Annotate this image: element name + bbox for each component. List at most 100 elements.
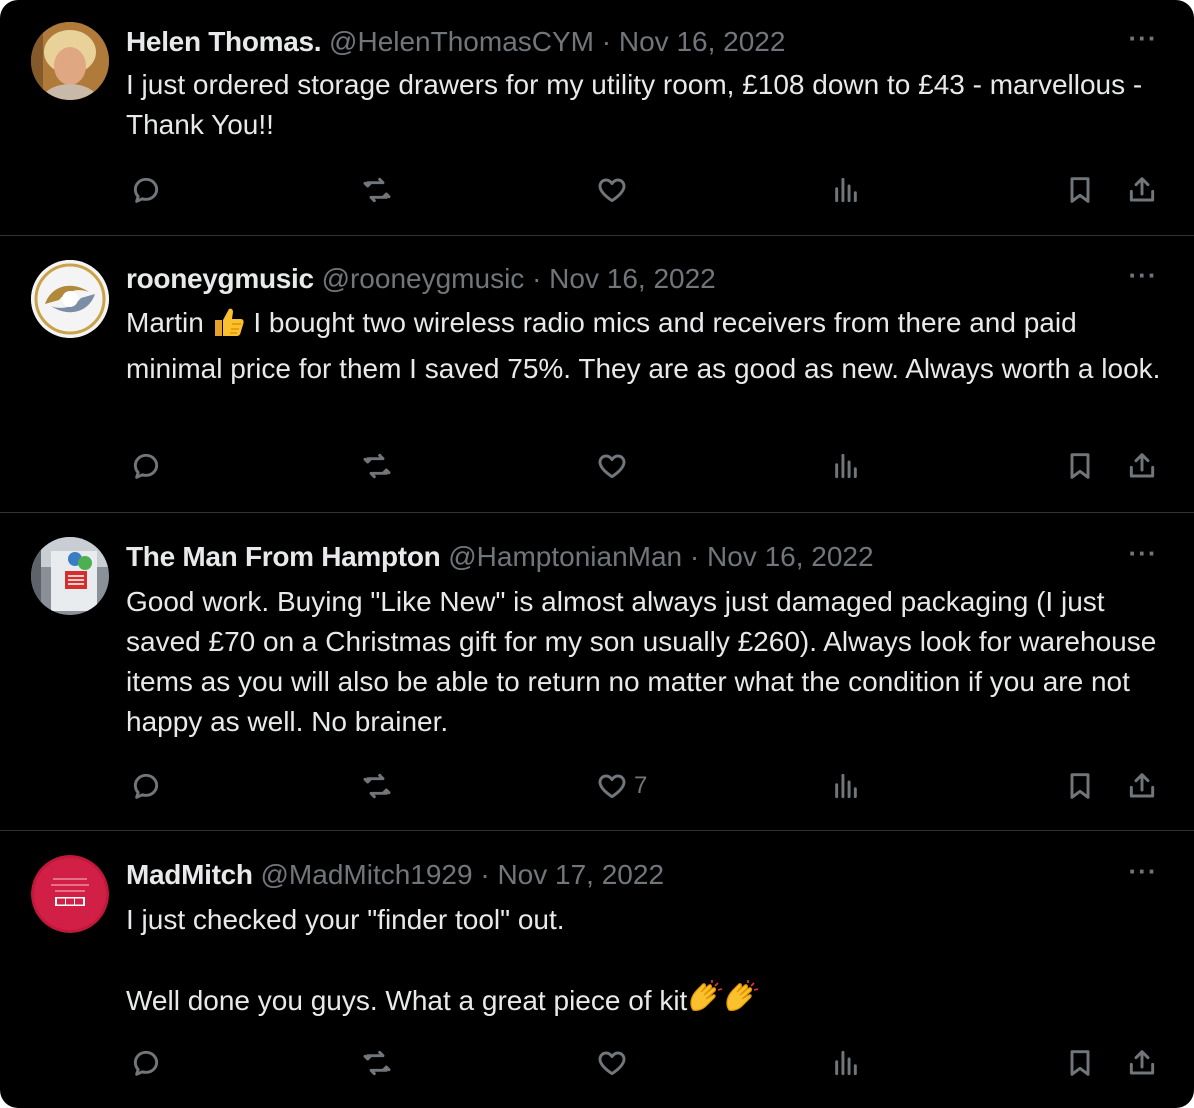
display-name[interactable]: Helen Thomas. [126,26,322,57]
timestamp[interactable]: · Nov 16, 2022 [690,541,874,572]
tweet-actions [0,446,1194,486]
views-button[interactable] [830,170,862,210]
handle[interactable]: @MadMitch1929 [261,859,473,890]
tweet-actions: 7 [0,766,1194,806]
avatar[interactable] [31,855,109,933]
reply-icon [133,1050,159,1076]
timestamp[interactable]: · Nov 16, 2022 [532,263,716,294]
retweet-button[interactable] [361,1043,393,1083]
tweet-thread: Helen Thomas. @HelenThomasCYM · Nov 16, … [0,0,1194,1108]
retweet-icon [363,773,391,799]
like-button[interactable] [596,170,634,210]
tweet-actions [0,170,1194,210]
share-icon [1129,453,1155,478]
handle[interactable]: @HamptonianMan [448,541,682,572]
bookmark-button[interactable] [1064,766,1096,806]
bookmark-button[interactable] [1064,446,1096,486]
tweet-header: MadMitch @MadMitch1929 · Nov 17, 2022 [126,858,664,892]
retweet-button[interactable] [361,766,393,806]
tweet-paragraph: Well done you guys. What a great piece o… [126,980,1176,1027]
tweet-paragraph: I just checked your "finder tool" out. [126,904,565,935]
retweet-icon [363,177,391,203]
display-name[interactable]: The Man From Hampton [126,541,441,572]
tweet-text: I just checked your "finder tool" out. W… [126,900,1176,1027]
retweet-icon [363,453,391,479]
views-icon [835,177,857,203]
reply-button[interactable] [130,446,162,486]
like-icon [598,178,626,203]
more-options-button[interactable]: ··· [1126,858,1160,895]
views-button[interactable] [830,1043,862,1083]
handle[interactable]: @rooneygmusic [322,263,525,294]
like-button[interactable]: 7 [596,766,647,806]
like-icon [598,774,626,799]
clapping-hands-emoji [687,980,763,1027]
share-button[interactable] [1126,1043,1158,1083]
text-segment: Well done you guys. What a great piece o… [126,985,688,1016]
text-segment: Martin [126,307,212,338]
bookmark-icon [1070,773,1090,799]
share-icon [1129,773,1155,798]
like-button[interactable] [596,446,634,486]
share-button[interactable] [1126,766,1158,806]
like-icon [598,454,626,479]
avatar-badge [31,855,109,933]
share-button[interactable] [1126,170,1158,210]
retweet-icon [363,1050,391,1076]
views-icon [835,453,857,479]
views-icon [835,1050,857,1076]
tweet-paragraph: Martin I bought two wireless radio mics … [126,303,1176,389]
avatar[interactable] [31,260,109,338]
like-icon [598,1051,626,1076]
tweet-text: Good work. Buying "Like New" is almost a… [126,582,1176,742]
bookmark-button[interactable] [1064,1043,1096,1083]
tweet[interactable]: Helen Thomas. @HelenThomasCYM · Nov 16, … [0,0,1194,235]
reply-icon [133,177,159,203]
tweet-paragraph: I just ordered storage drawers for my ut… [126,69,1143,140]
tweet-header: The Man From Hampton @HamptonianMan · No… [126,540,874,574]
reply-button[interactable] [130,170,162,210]
bookmark-icon [1070,453,1090,479]
avatar[interactable] [31,537,109,615]
display-name[interactable]: rooneygmusic [126,263,314,294]
tweet-text: I just ordered storage drawers for my ut… [126,65,1176,145]
tweet-header: Helen Thomas. @HelenThomasCYM · Nov 16, … [126,25,785,59]
more-options-button[interactable]: ··· [1126,25,1160,62]
reply-button[interactable] [130,1043,162,1083]
tweet-paragraph: Good work. Buying "Like New" is almost a… [126,586,1157,737]
timestamp[interactable]: · Nov 16, 2022 [602,26,786,57]
share-icon [1129,177,1155,202]
like-button[interactable] [596,1043,634,1083]
tweet[interactable]: MadMitch @MadMitch1929 · Nov 17, 2022 ··… [0,831,1194,1108]
share-button[interactable] [1126,446,1158,486]
tweet-text: Martin I bought two wireless radio mics … [126,303,1176,389]
bookmark-button[interactable] [1064,170,1096,210]
tweet[interactable]: The Man From Hampton @HamptonianMan · No… [0,513,1194,830]
reply-icon [133,773,159,799]
thumbs-up-emoji [212,306,246,349]
more-options-button[interactable]: ··· [1126,262,1160,299]
avatar-logo [31,260,109,338]
text-segment: I bought two wireless radio mics and rec… [126,307,1161,384]
bookmark-icon [1070,177,1090,203]
avatar-photo [31,22,109,100]
avatar-photo [31,537,109,615]
tweet-actions [0,1043,1194,1083]
reply-button[interactable] [130,766,162,806]
more-options-button[interactable]: ··· [1126,540,1160,577]
retweet-button[interactable] [361,170,393,210]
handle[interactable]: @HelenThomasCYM [329,26,594,57]
tweet[interactable]: rooneygmusic @rooneygmusic · Nov 16, 202… [0,236,1194,512]
retweet-button[interactable] [361,446,393,486]
views-button[interactable] [830,766,862,806]
share-icon [1129,1050,1155,1075]
views-button[interactable] [830,446,862,486]
timestamp[interactable]: · Nov 17, 2022 [480,859,664,890]
tweet-header: rooneygmusic @rooneygmusic · Nov 16, 202… [126,262,716,296]
views-icon [835,773,857,799]
display-name[interactable]: MadMitch [126,859,253,890]
like-count: 7 [634,772,648,799]
bookmark-icon [1070,1050,1090,1076]
avatar[interactable] [31,22,109,100]
